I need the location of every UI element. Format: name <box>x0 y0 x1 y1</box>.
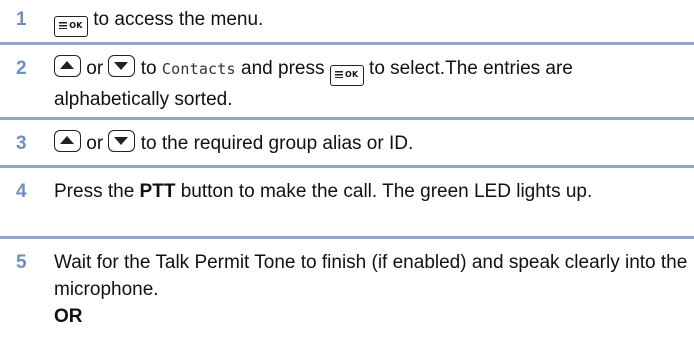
divider <box>0 42 694 45</box>
menu-item-name: Contacts <box>161 60 236 78</box>
up-arrow-icon <box>54 55 81 77</box>
step-number: 2 <box>16 58 27 79</box>
step-5: 5 Wait for the Talk Permit Tone to finis… <box>0 249 694 330</box>
divider <box>0 117 694 120</box>
divider <box>0 236 694 239</box>
step-text: to the required group alias or ID. <box>140 133 414 154</box>
step-3: 3 or to the required group alias or ID. <box>0 130 694 157</box>
step-1: 1 OK to access the menu. <box>0 6 694 37</box>
step-number: 3 <box>16 133 27 154</box>
ptt-button-label: PTT <box>139 181 176 202</box>
step-text: button to make the call. The green LED l… <box>180 181 593 202</box>
step-number: 1 <box>16 9 27 30</box>
step-number: 4 <box>16 181 27 202</box>
step-4: 4 Press the PTT button to make the call.… <box>0 178 694 205</box>
up-arrow-icon <box>54 130 81 152</box>
step-2: 2 or to Contacts and press OK to select.… <box>0 55 694 113</box>
step-text: Wait for the Talk Permit Tone to finish … <box>54 252 688 300</box>
step-number: 5 <box>16 252 27 273</box>
down-arrow-icon <box>108 55 136 77</box>
or-label: OR <box>54 306 83 327</box>
divider <box>0 165 694 168</box>
menu-ok-key-icon: OK <box>54 16 88 37</box>
down-arrow-icon <box>108 130 136 152</box>
step-text: to access the menu. <box>93 9 264 30</box>
menu-ok-key-icon: OK <box>329 65 364 86</box>
